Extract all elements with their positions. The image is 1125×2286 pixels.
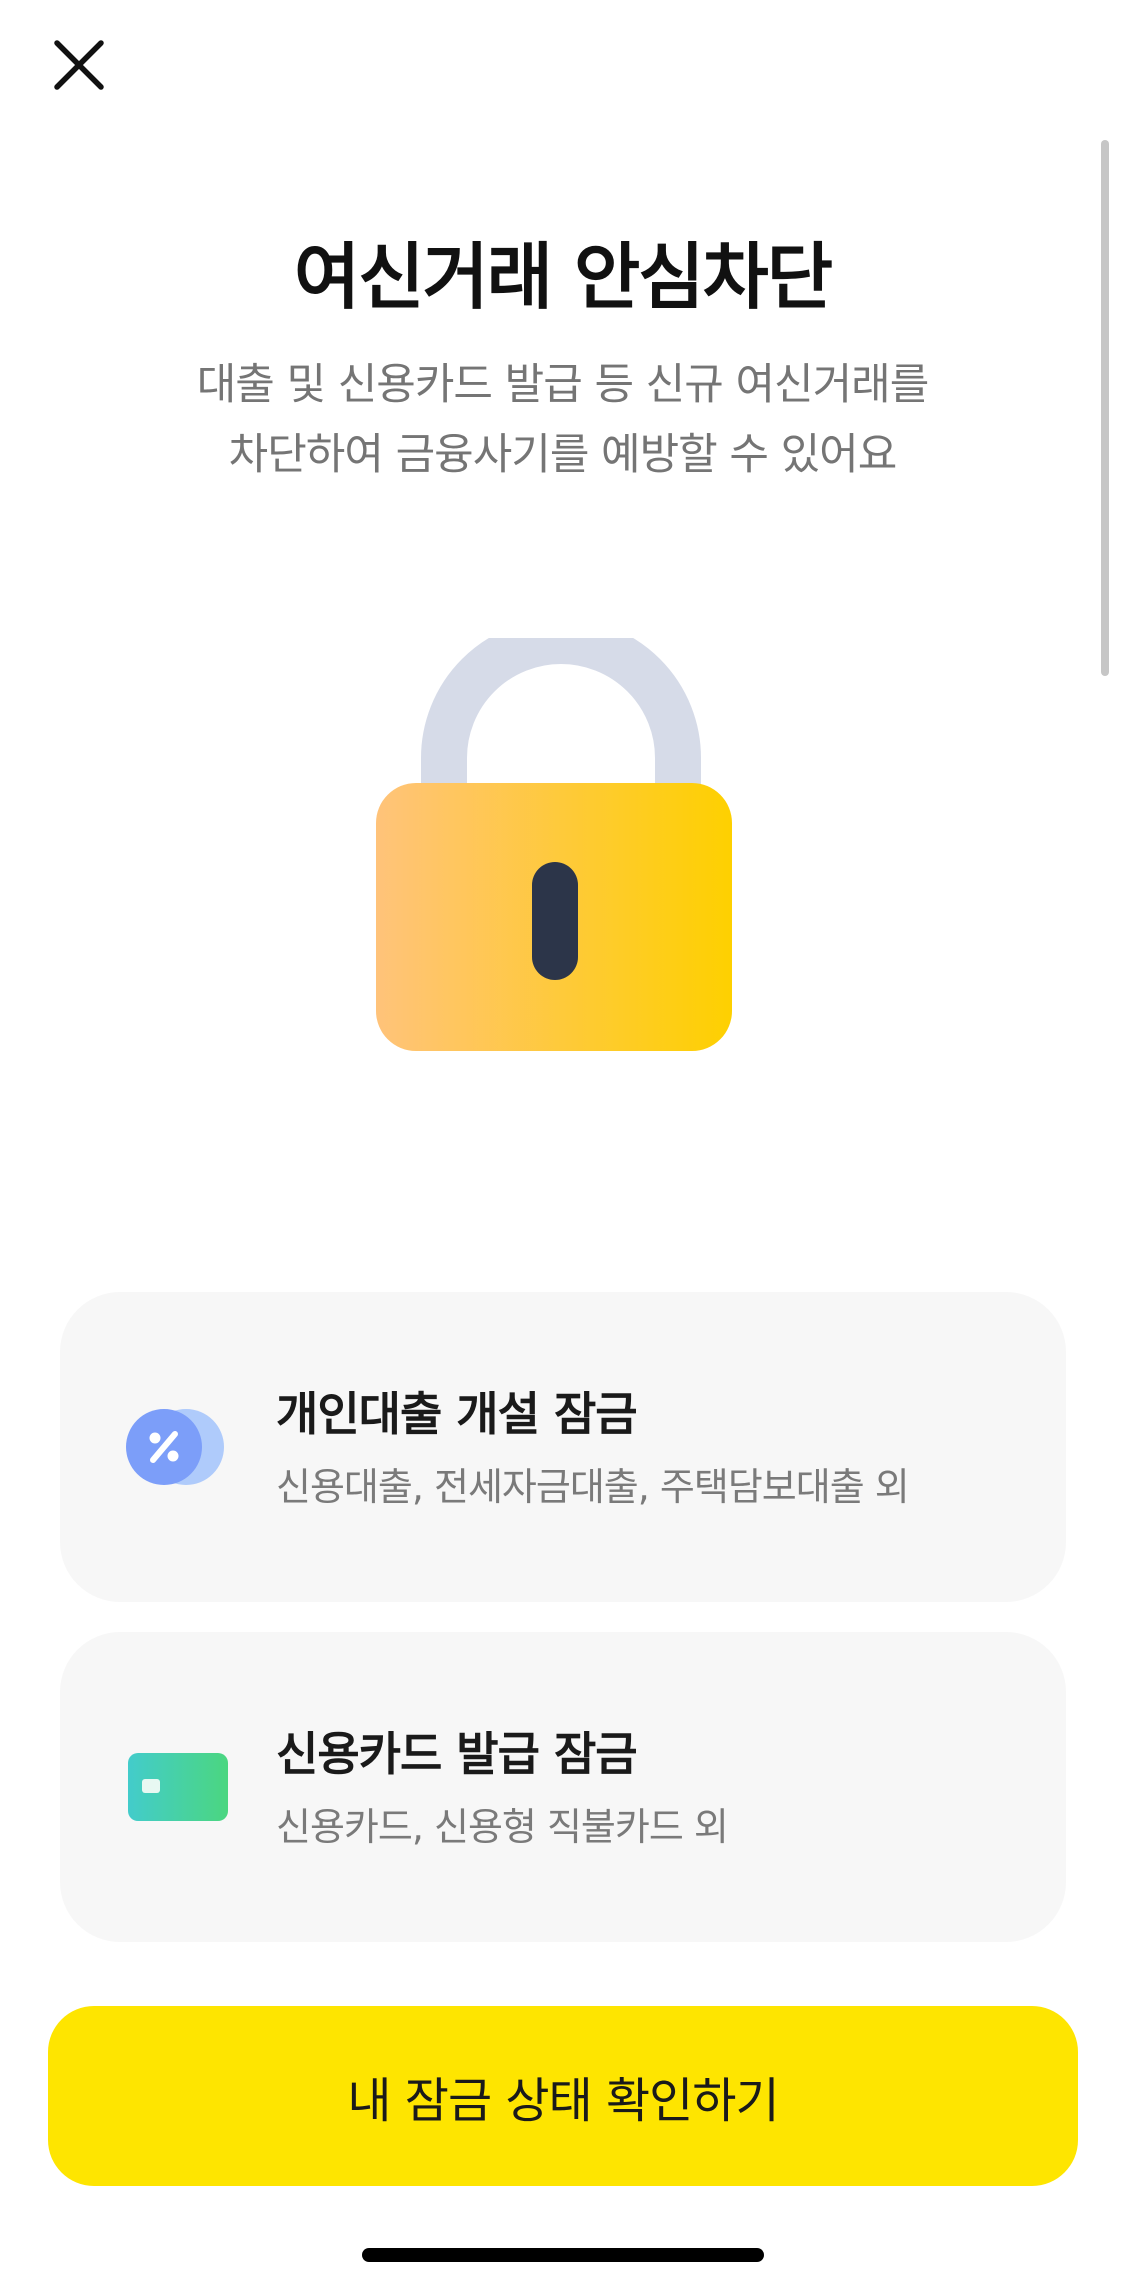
card-description: 신용대출, 전세자금대출, 주택담보대출 외 xyxy=(276,1465,910,1509)
page-title: 여신거래 안심차단 xyxy=(294,235,833,319)
card-description: 신용카드, 신용형 직불카드 외 xyxy=(276,1805,729,1849)
personal-loan-lock-card[interactable]: 개인대출 개설 잠금 신용대출, 전세자금대출, 주택담보대출 외 xyxy=(60,1292,1066,1602)
card-title: 개인대출 개설 잠금 xyxy=(276,1387,638,1441)
check-lock-status-button[interactable]: 내 잠금 상태 확인하기 xyxy=(48,2006,1078,2186)
padlock-icon xyxy=(376,638,732,1051)
subtitle-line-2: 차단하여 금융사기를 예방할 수 있어요 xyxy=(228,430,898,480)
subtitle-line-1: 대출 및 신용카드 발급 등 신규 여신거래를 xyxy=(196,360,930,410)
loan-percent-icon xyxy=(126,1409,224,1485)
credit-card-icon xyxy=(128,1753,228,1821)
card-title: 신용카드 발급 잠금 xyxy=(276,1727,638,1781)
page-subtitle: 대출 및 신용카드 발급 등 신규 여신거래를 차단하여 금융사기를 예방할 수… xyxy=(120,350,1005,490)
home-indicator xyxy=(362,2248,764,2262)
close-button[interactable] xyxy=(40,26,118,104)
credit-card-lock-card[interactable]: 신용카드 발급 잠금 신용카드, 신용형 직불카드 외 xyxy=(60,1632,1066,1942)
close-icon xyxy=(54,40,104,90)
lock-service-screen: 여신거래 안심차단 대출 및 신용카드 발급 등 신규 여신거래를 차단하여 금… xyxy=(0,0,1125,2286)
